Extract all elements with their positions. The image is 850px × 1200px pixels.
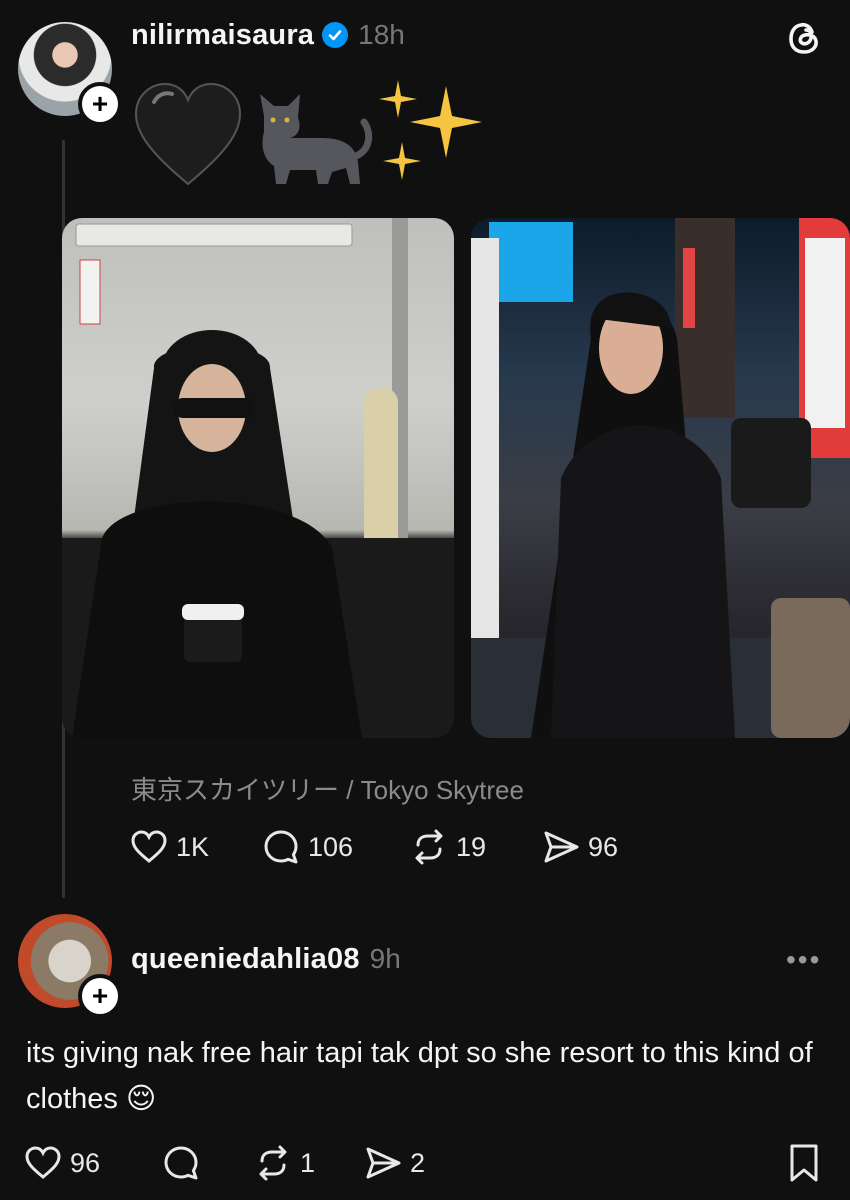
like-count: 1K: [176, 831, 210, 862]
bookmark-icon[interactable]: [786, 1142, 822, 1184]
share-button[interactable]: 96: [542, 828, 662, 866]
emoji-graphics: [134, 80, 482, 186]
reply-share-count: 2: [410, 1147, 426, 1178]
post-header: nilirmaisaura 18h: [131, 14, 405, 56]
repost-icon: [415, 829, 443, 865]
reply-button[interactable]: 106: [262, 828, 410, 866]
black-cat-icon: [260, 94, 373, 184]
follow-plus-button[interactable]: +: [78, 82, 122, 126]
reply-repost-button[interactable]: 1: [254, 1144, 364, 1182]
reply-actions: 96 1 2: [24, 1142, 464, 1184]
reply-text: its giving nak free hair tapi tak dpt so…: [26, 1037, 813, 1115]
share-icon: [544, 831, 579, 863]
repost-count: 19: [456, 831, 487, 862]
sparkles-icon: [379, 80, 482, 180]
repost-button[interactable]: 19: [410, 828, 542, 866]
reply-like-button[interactable]: 96: [24, 1144, 162, 1182]
post-image-2[interactable]: [471, 218, 850, 738]
post-username[interactable]: nilirmaisaura: [131, 19, 314, 52]
heart-icon: [25, 1146, 61, 1179]
share-icon: [366, 1147, 401, 1179]
reply-count: 106: [308, 831, 354, 862]
comment-icon: [264, 830, 298, 864]
post-image-1[interactable]: [62, 218, 454, 738]
reply-share-button[interactable]: 2: [364, 1144, 464, 1182]
reply-repost-count: 1: [300, 1147, 316, 1178]
repost-icon: [259, 1145, 287, 1181]
heart-icon: [131, 830, 167, 863]
post-caption-emojis: [132, 76, 492, 196]
more-icon[interactable]: •••: [786, 944, 821, 976]
reply-time: 9h: [369, 943, 401, 974]
reply-reply-button[interactable]: [162, 1144, 254, 1182]
threads-logo-icon[interactable]: [784, 18, 824, 58]
location-tag[interactable]: 東京スカイツリー / Tokyo Skytree: [131, 770, 524, 807]
black-heart-icon: [134, 82, 242, 186]
post-actions: 1K 106 19 96: [130, 826, 662, 868]
reply-username[interactable]: queeniedahlia08: [131, 943, 360, 976]
reply-like-count: 96: [70, 1147, 101, 1178]
post-time: 18h: [358, 19, 405, 50]
reply-follow-plus-button[interactable]: +: [78, 974, 122, 1018]
verified-badge-icon: [322, 22, 349, 48]
reply-header: queeniedahlia08 9h: [131, 938, 401, 980]
share-count: 96: [588, 831, 619, 862]
comment-icon: [164, 1146, 198, 1180]
like-button[interactable]: 1K: [130, 828, 262, 866]
